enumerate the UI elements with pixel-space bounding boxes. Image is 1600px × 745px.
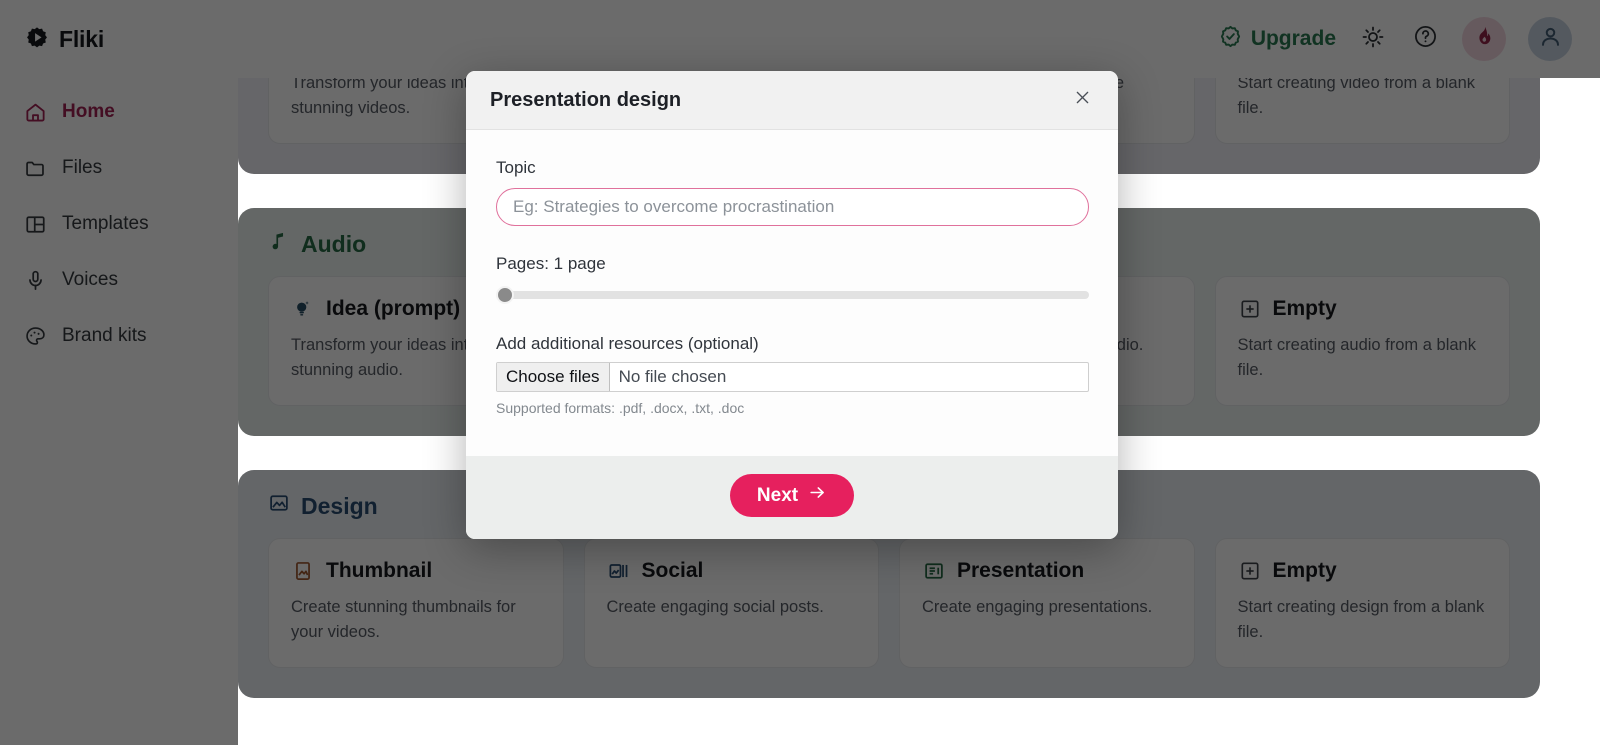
card-title: Idea (prompt)	[326, 297, 461, 321]
help-circle-icon	[1413, 24, 1438, 54]
card-title: Presentation	[957, 559, 1085, 583]
resources-label: Add additional resources (optional)	[496, 334, 759, 353]
card-header: Empty	[1238, 297, 1488, 321]
upgrade-button[interactable]: Upgrade	[1219, 25, 1336, 54]
plus-square-icon	[1238, 559, 1262, 583]
dialog-title: Presentation design	[490, 88, 682, 111]
card-design-thumbnail[interactable]: Thumbnail Create stunning thumbnails for…	[268, 538, 564, 669]
choose-files-button[interactable]: Choose files	[497, 363, 610, 391]
upgrade-label: Upgrade	[1250, 27, 1336, 50]
card-design-social[interactable]: Social Create engaging social posts.	[583, 538, 879, 669]
card-design-presentation[interactable]: Presentation Create engaging presentatio…	[899, 538, 1195, 669]
sidebar-item-label: Templates	[62, 213, 149, 234]
fliki-logo-icon	[24, 26, 50, 52]
close-button[interactable]	[1068, 86, 1096, 114]
next-label: Next	[756, 484, 799, 506]
dialog-footer: Next	[466, 456, 1118, 539]
brand-name: Fliki	[59, 25, 105, 52]
section-label: Audio	[301, 230, 367, 257]
sidebar-item-label: Home	[62, 101, 115, 122]
theme-toggle-button[interactable]	[1358, 24, 1388, 54]
help-button[interactable]	[1410, 24, 1440, 54]
user-avatar-icon	[1538, 24, 1563, 54]
thumbnail-icon	[291, 559, 315, 583]
music-note-icon	[268, 230, 290, 258]
sidebar-item-brand-kits[interactable]: Brand kits	[0, 308, 238, 364]
folder-icon	[24, 157, 47, 180]
card-design-empty[interactable]: Empty Start creating design from a blank…	[1214, 538, 1510, 669]
card-header: Social	[607, 559, 857, 583]
card-header: Presentation	[922, 559, 1172, 583]
pages-label: Pages: 1 page	[496, 254, 606, 273]
sidebar-item-label: Brand kits	[62, 325, 147, 346]
sidebar: Home Files Templates Voices Brand kits	[0, 78, 238, 745]
top-bar: Fliki Upgrade	[0, 0, 1600, 78]
app-root: Fliki Upgrade Home Files Templates Voice…	[0, 0, 1600, 745]
dialog-header: Presentation design	[466, 71, 1118, 130]
flame-icon	[1473, 25, 1496, 53]
slider-track	[496, 291, 1089, 299]
card-header: Empty	[1238, 559, 1488, 583]
card-description: Start creating design from a blank file.	[1237, 598, 1485, 642]
topic-label: Topic	[496, 158, 536, 177]
supported-formats-hint: Supported formats: .pdf, .docx, .txt, .d…	[496, 400, 745, 416]
card-title: Empty	[1272, 559, 1337, 583]
close-icon	[1073, 88, 1092, 112]
top-bar-actions: Upgrade	[1219, 17, 1572, 61]
card-description: Start creating audio from a blank file.	[1237, 336, 1476, 380]
dialog-body: Topic Pages: 1 page Add additional resou…	[466, 130, 1118, 456]
social-icon	[607, 559, 631, 583]
microphone-icon	[24, 269, 47, 292]
card-description: Create engaging presentations.	[922, 598, 1153, 617]
presentation-icon	[922, 559, 946, 583]
sidebar-item-voices[interactable]: Voices	[0, 252, 238, 308]
home-icon	[24, 101, 47, 124]
card-description: Create engaging social posts.	[606, 598, 824, 617]
pages-slider[interactable]	[496, 286, 1089, 304]
file-status-text: No file chosen	[618, 367, 727, 386]
arrow-right-icon	[808, 483, 827, 508]
lightbulb-icon	[291, 297, 315, 321]
card-video-empty[interactable]: Empty Start creating video from a blank …	[1214, 78, 1510, 145]
card-description: Create stunning thumbnails for your vide…	[291, 598, 516, 642]
file-upload-control[interactable]: Choose files No file chosen	[496, 362, 1089, 392]
topic-input[interactable]	[496, 188, 1089, 226]
next-button[interactable]: Next	[729, 474, 855, 517]
section-label: Design	[301, 492, 378, 519]
card-audio-empty[interactable]: Empty Start creating audio from a blank …	[1214, 276, 1510, 407]
brand-logo[interactable]: Fliki	[24, 26, 104, 53]
card-title: Social	[641, 559, 704, 583]
sidebar-item-files[interactable]: Files	[0, 140, 238, 196]
sidebar-item-templates[interactable]: Templates	[0, 196, 238, 252]
streak-badge[interactable]	[1462, 17, 1506, 61]
card-header: Thumbnail	[291, 559, 541, 583]
card-row-design: Thumbnail Create stunning thumbnails for…	[268, 538, 1510, 669]
palette-icon	[24, 325, 47, 348]
sidebar-item-home[interactable]: Home	[0, 84, 238, 140]
image-icon	[268, 492, 290, 520]
presentation-design-dialog: Presentation design Topic Pages: 1 page …	[466, 71, 1118, 539]
slider-thumb[interactable]	[496, 286, 514, 304]
layout-icon	[24, 213, 47, 236]
card-title: Empty	[1272, 297, 1337, 321]
plus-square-icon	[1238, 297, 1262, 321]
user-avatar[interactable]	[1528, 17, 1572, 61]
card-title: Thumbnail	[326, 559, 433, 583]
badge-check-icon	[1219, 25, 1242, 54]
sun-icon	[1361, 25, 1385, 54]
sidebar-item-label: Voices	[62, 269, 118, 290]
card-description: Start creating video from a blank file.	[1237, 78, 1476, 118]
sidebar-item-label: Files	[62, 157, 103, 178]
